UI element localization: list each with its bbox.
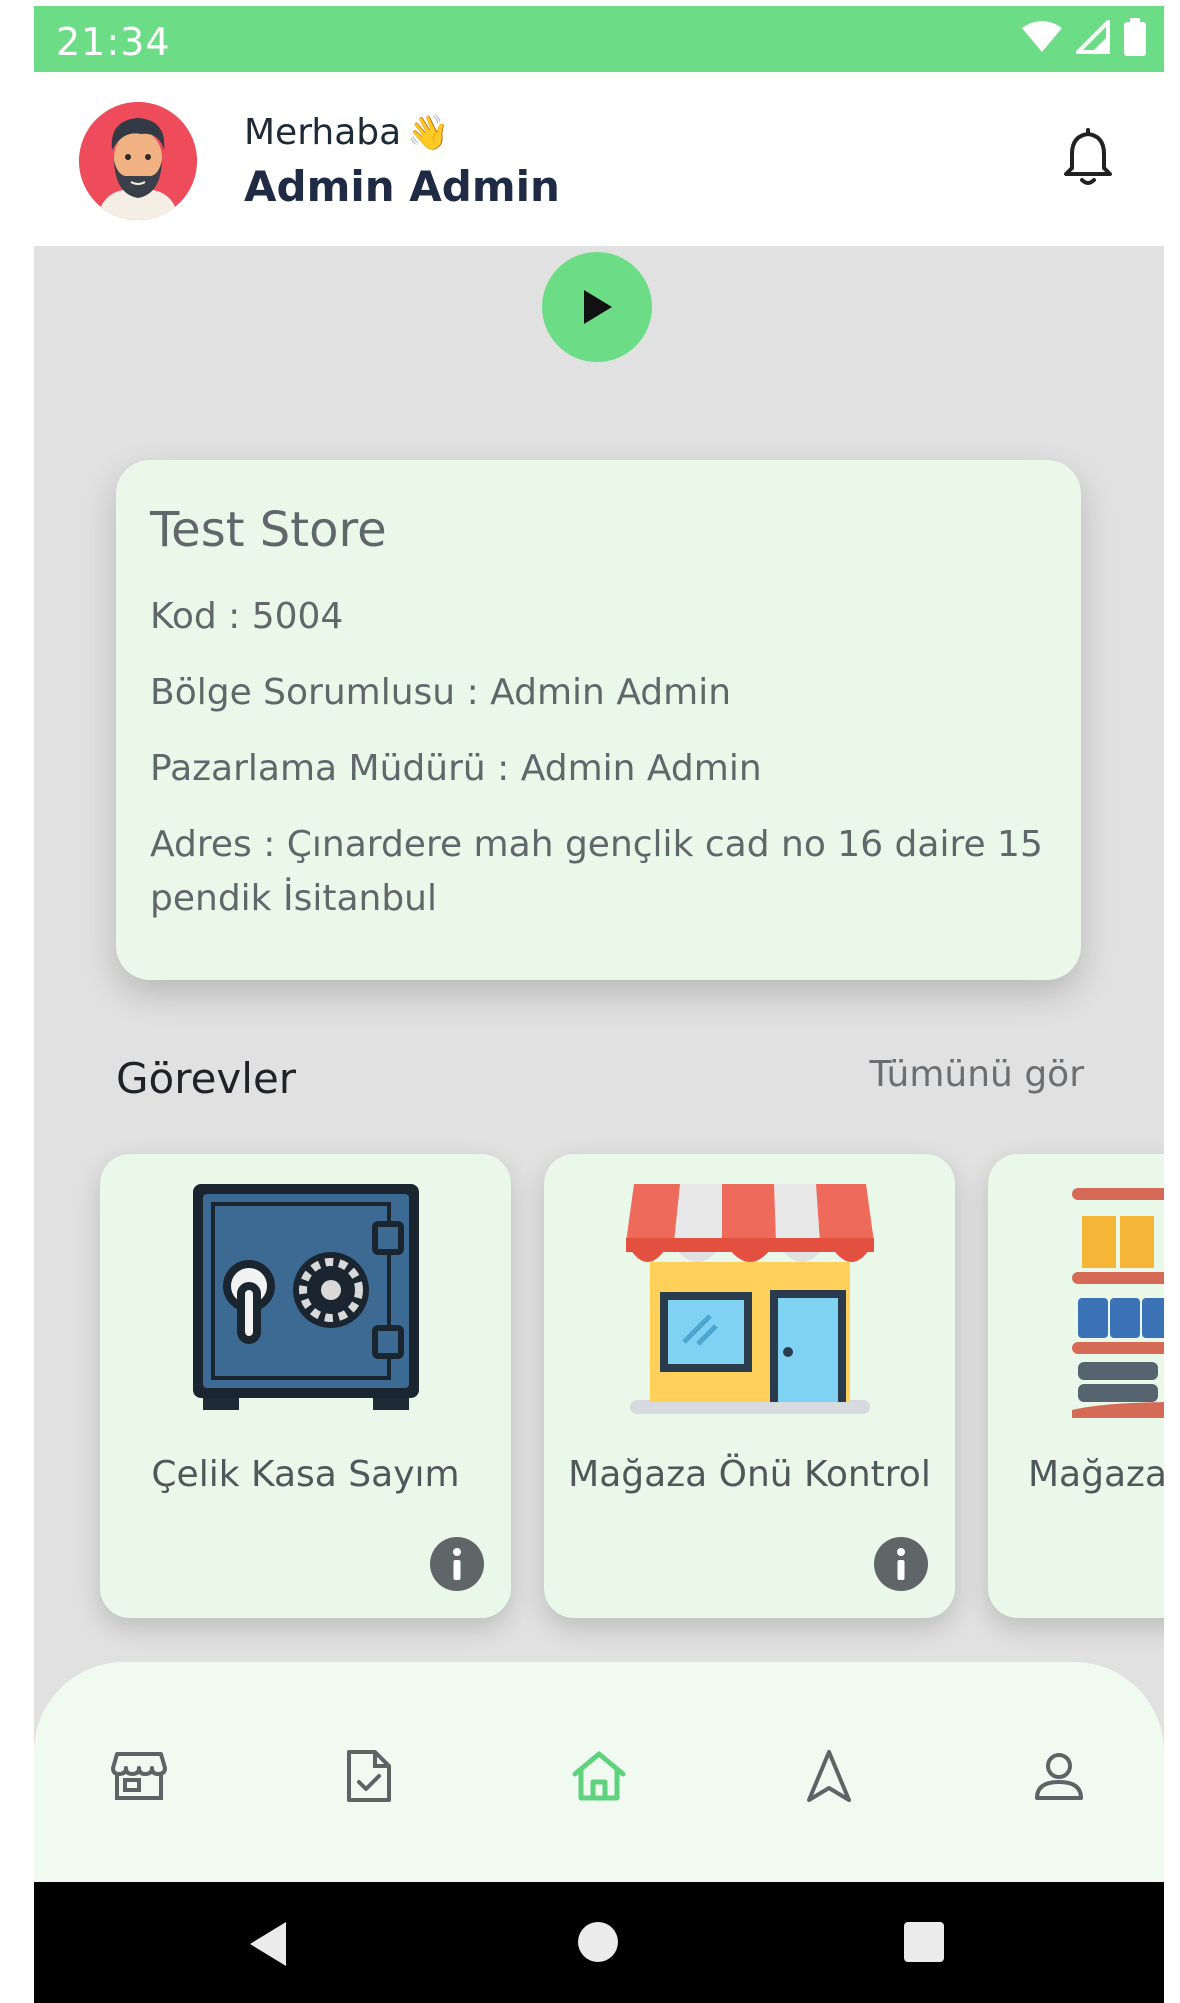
avatar-illustration (79, 102, 197, 220)
store-region-manager: Bölge Sorumlusu : Admin Admin (150, 672, 732, 713)
shelves-icon (1062, 1172, 1164, 1422)
user-name: Admin Admin (244, 162, 560, 211)
signal-icon (1076, 20, 1110, 54)
storefront-icon (544, 1172, 955, 1422)
wave-emoji: 👋 (407, 113, 450, 153)
task-card-magaza[interactable]: Mağaza (988, 1154, 1164, 1618)
info-icon[interactable] (873, 1536, 929, 1592)
tasks-title: Görevler (116, 1054, 297, 1103)
task-label: Çelik Kasa Sayım (151, 1454, 460, 1495)
store-code: Kod : 5004 (150, 596, 344, 637)
see-all-link[interactable]: Tümünü gör (869, 1054, 1084, 1095)
bell-icon[interactable] (1062, 128, 1114, 188)
task-card-magaza-onu-kontrol[interactable]: Mağaza Önü Kontrol (544, 1154, 955, 1618)
status-time: 21:34 (56, 20, 171, 64)
system-navigation-bar (34, 1882, 1164, 2003)
home-icon (572, 1751, 626, 1801)
header: Merhaba 👋 Admin Admin (34, 72, 1164, 246)
task-check-icon (347, 1750, 391, 1802)
profile-icon (1035, 1753, 1083, 1800)
task-label: Mağaza Önü Kontrol (568, 1454, 931, 1495)
store-marketing-manager: Pazarlama Müdürü : Admin Admin (150, 748, 762, 789)
safe-icon (100, 1172, 511, 1422)
store-name: Test Store (150, 502, 387, 558)
status-icons (1022, 18, 1146, 56)
greeting: Merhaba 👋 (244, 112, 450, 153)
store-info-card[interactable]: Test Store Kod : 5004 Bölge Sorumlusu : … (116, 460, 1081, 980)
back-icon[interactable] (246, 1920, 290, 1968)
phone-screen: 21:34 Merhaba 👋 Admin Admin Test Store K… (34, 6, 1164, 2003)
recents-icon[interactable] (902, 1920, 946, 1964)
bottom-navigation (34, 1662, 1164, 1882)
nav-home[interactable] (569, 1746, 629, 1806)
avatar[interactable] (79, 102, 197, 220)
nav-navigation[interactable] (799, 1746, 859, 1806)
wifi-icon (1022, 21, 1062, 52)
battery-icon (1124, 18, 1146, 56)
nav-store[interactable] (109, 1746, 169, 1806)
status-bar: 21:34 (34, 6, 1164, 72)
greeting-text: Merhaba (244, 112, 402, 153)
play-button[interactable] (542, 252, 652, 362)
task-card-celik-kasa[interactable]: Çelik Kasa Sayım (100, 1154, 511, 1618)
navigation-icon (807, 1750, 851, 1802)
task-label: Mağaza (1028, 1454, 1164, 1495)
nav-profile[interactable] (1029, 1746, 1089, 1806)
info-icon[interactable] (429, 1536, 485, 1592)
play-icon (584, 290, 612, 324)
nav-tasks[interactable] (339, 1746, 399, 1806)
store-address: Adres : Çınardere mah gençlik cad no 16 … (150, 824, 1043, 919)
store-icon (111, 1752, 167, 1800)
system-home-icon[interactable] (576, 1920, 620, 1964)
